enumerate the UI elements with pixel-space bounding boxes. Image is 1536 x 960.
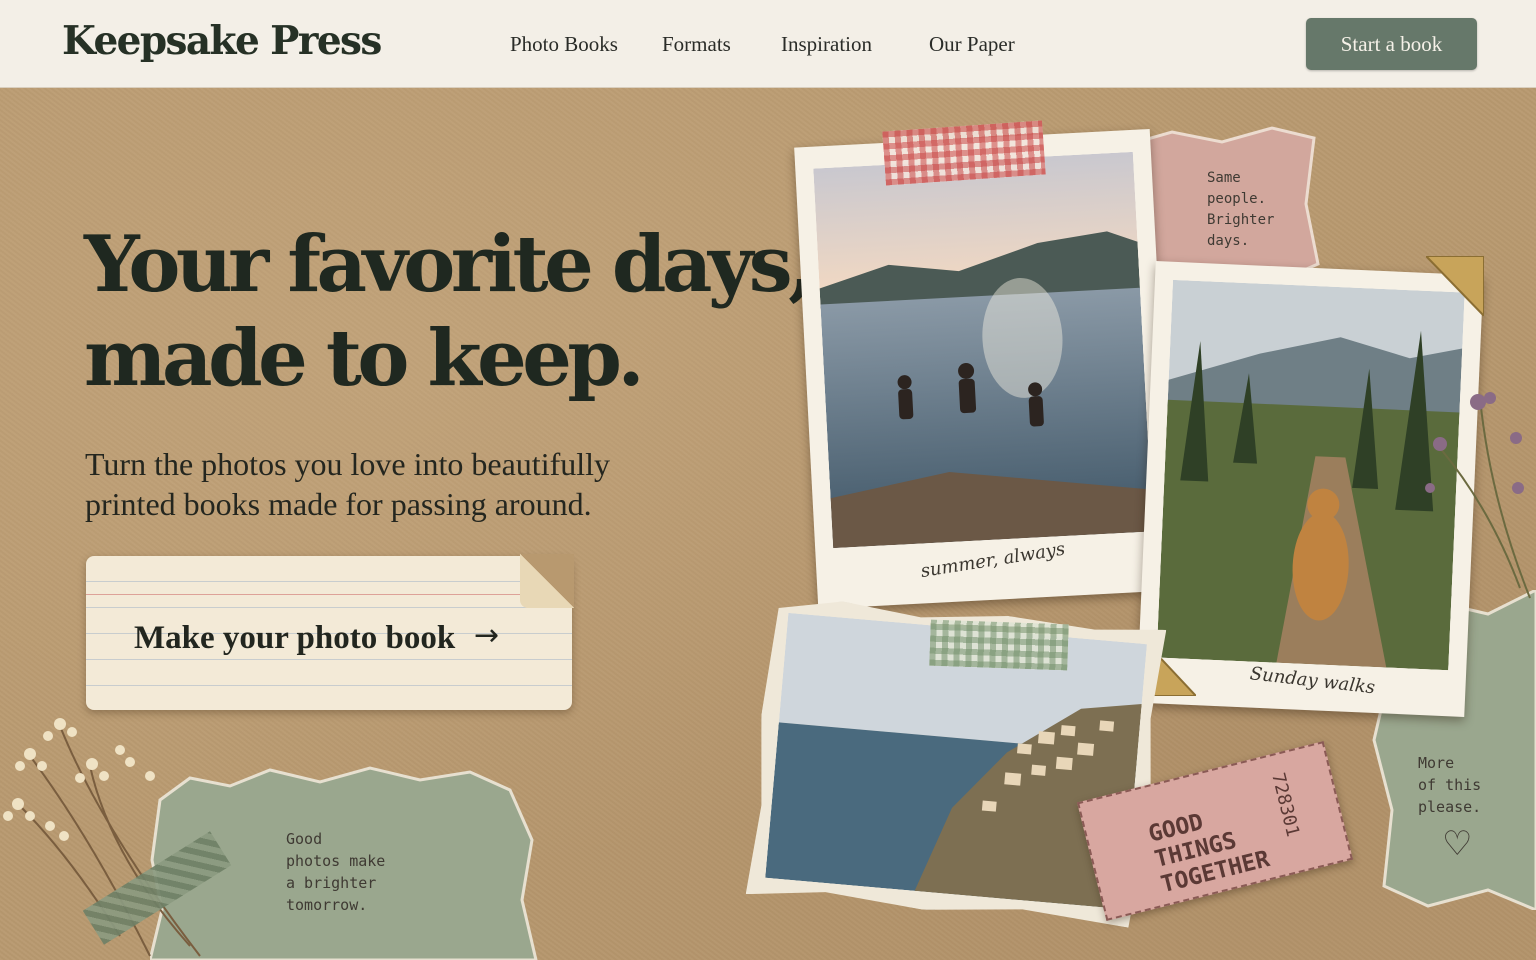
ticket-number: 728301 bbox=[1267, 770, 1304, 839]
site-header: Keepsake Press Photo Books Formats Inspi… bbox=[0, 0, 1536, 88]
washi-tape-red-gingham bbox=[882, 120, 1046, 186]
nav-our-paper[interactable]: Our Paper bbox=[929, 32, 1015, 57]
note-same-people: Same people. Brighter days. bbox=[1207, 170, 1275, 249]
ticket-text: GOOD THINGS TOGETHER bbox=[1145, 809, 1273, 899]
card-margin-line bbox=[86, 594, 572, 595]
note-good-photos: Good photos make a brighter tomorrow. bbox=[286, 830, 386, 914]
brand-logo[interactable]: Keepsake Press bbox=[62, 18, 382, 64]
photo-corner-top-right bbox=[1426, 256, 1484, 316]
hero-headline: Your favorite days, made to keep. bbox=[84, 219, 815, 404]
arrow-right-icon: → bbox=[474, 618, 500, 653]
lavender-sprig-icon bbox=[1425, 392, 1531, 599]
start-book-button[interactable]: Start a book bbox=[1306, 18, 1477, 70]
note-more-of-this: More of this please. bbox=[1418, 754, 1482, 816]
polaroid-lake[interactable]: summer, always bbox=[794, 129, 1174, 609]
make-photo-book-label: Make your photo book bbox=[134, 620, 456, 656]
nav-photo-books[interactable]: Photo Books bbox=[510, 32, 618, 57]
trail-caption: Sunday walks bbox=[1248, 663, 1377, 699]
heart-icon: ♡ bbox=[1442, 824, 1473, 864]
hero-subcopy: Turn the photos you love into beautifull… bbox=[85, 446, 611, 522]
make-photo-book-button[interactable]: Make your photo book → bbox=[86, 554, 574, 710]
nav-formats[interactable]: Formats bbox=[662, 32, 731, 57]
lake-photo bbox=[813, 151, 1153, 549]
card-folded-corner bbox=[520, 554, 574, 608]
lake-caption: summer, always bbox=[919, 538, 1067, 583]
washi-tape-green-gingham bbox=[929, 619, 1069, 671]
nav-inspiration[interactable]: Inspiration bbox=[781, 32, 872, 57]
trail-dog-photo bbox=[1156, 279, 1465, 671]
